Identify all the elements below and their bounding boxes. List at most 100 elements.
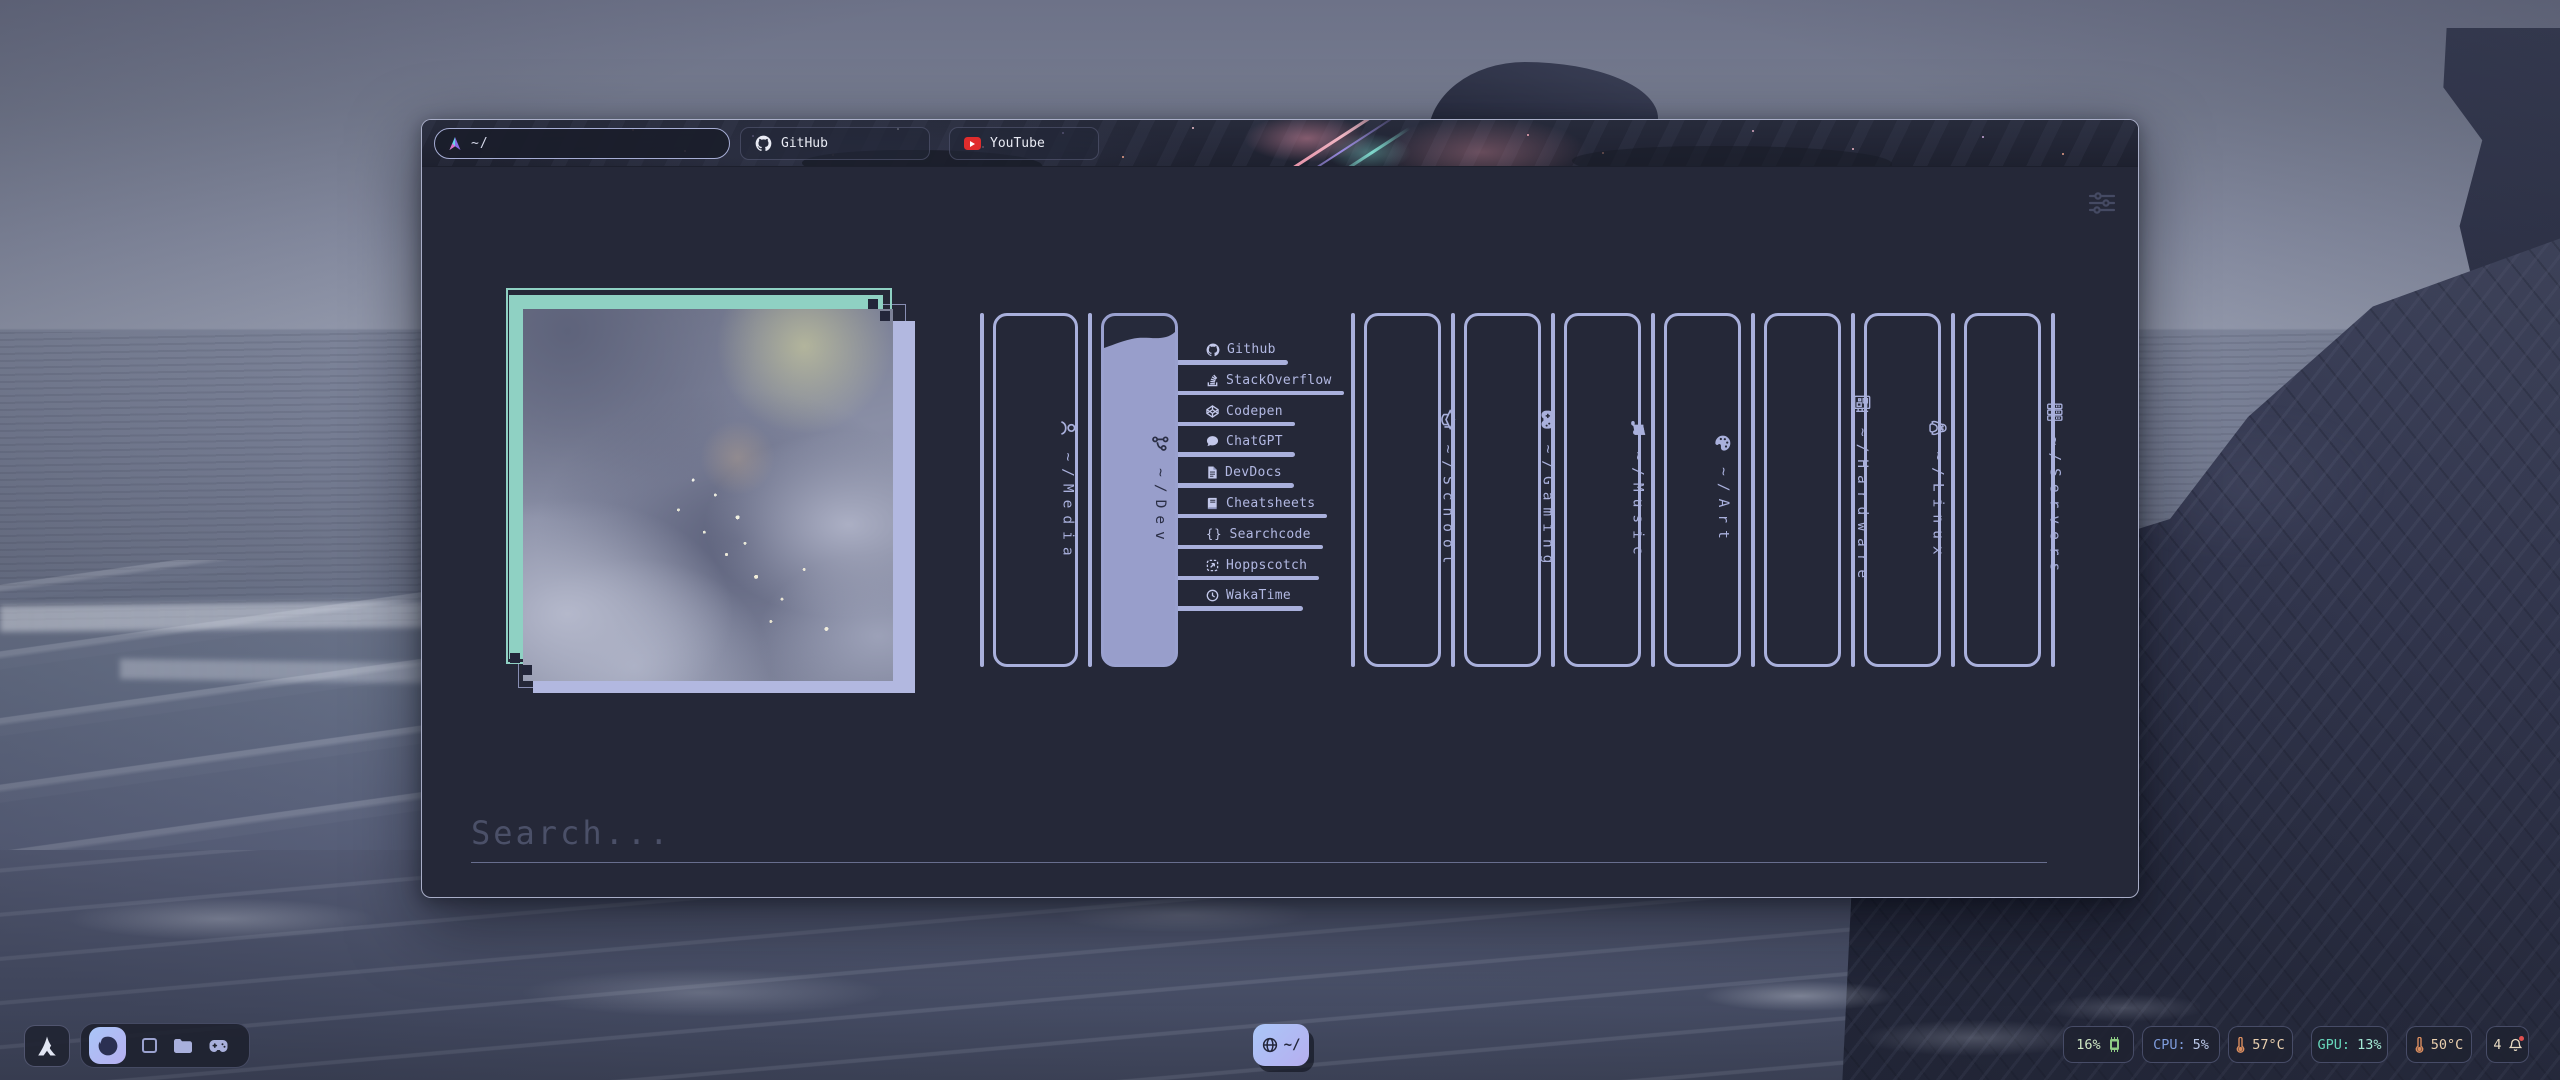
- book-label: ~/Music: [1630, 451, 1646, 561]
- url-text: ~/: [471, 136, 489, 151]
- window-app[interactable]: [142, 1038, 157, 1053]
- book-gaming[interactable]: ~/Gaming: [1464, 313, 1541, 667]
- book-media[interactable]: ~/Media: [993, 313, 1078, 667]
- search-input[interactable]: [471, 803, 2047, 863]
- gpu-label: GPU:: [2318, 1037, 2351, 1053]
- book-label: ~/School: [1439, 445, 1455, 571]
- tab-github[interactable]: GitHub: [740, 127, 930, 160]
- games-app[interactable]: [208, 1039, 229, 1053]
- tray-gpu[interactable]: GPU: 13%: [2311, 1026, 2388, 1063]
- book-label: ~/Servers: [2047, 436, 2063, 578]
- link-underline: [1178, 422, 1295, 427]
- thermometer-icon: [2415, 1037, 2424, 1053]
- book-linux[interactable]: ~/Linux: [1864, 313, 1941, 667]
- artwork-sparkles: [422, 120, 424, 122]
- desktop: ~/ GitHub YouTube: [0, 0, 2560, 1080]
- stackoverflow-icon: [1206, 374, 1219, 387]
- link-codepen[interactable]: Codepen: [1178, 401, 1291, 422]
- link-searchcode[interactable]: {} Searchcode: [1178, 524, 1319, 545]
- cpu-temp-value: 57°C: [2252, 1037, 2285, 1053]
- book-music[interactable]: ~/Music: [1564, 313, 1641, 667]
- shelf-divider: [1751, 313, 1755, 667]
- git-branch-icon: [1151, 434, 1170, 453]
- link-label: Searchcode: [1229, 527, 1310, 542]
- tray-cpu[interactable]: CPU: 5%: [2142, 1026, 2220, 1063]
- shelf-divider: [1088, 313, 1092, 667]
- browser-window: ~/ GitHub YouTube: [421, 119, 2139, 898]
- frame-handle: [522, 665, 532, 675]
- tray-cpu-temp[interactable]: 57°C: [2228, 1026, 2293, 1063]
- shelf-divider: [1351, 313, 1355, 667]
- server-rack-icon: [2046, 402, 2063, 421]
- sliders-icon[interactable]: [2088, 191, 2116, 215]
- arch-arrow-icon: [35, 1034, 59, 1058]
- chat-bubble-icon: [1206, 435, 1219, 448]
- linux-penguin-icon: [1929, 419, 1948, 436]
- tray-notifications[interactable]: 4: [2486, 1026, 2529, 1063]
- book-servers[interactable]: ~/Servers: [1964, 313, 2041, 667]
- globe-icon: [1262, 1037, 1278, 1053]
- link-wakatime[interactable]: WakaTime: [1178, 585, 1299, 606]
- book-label: ~/Art: [1715, 467, 1731, 546]
- dev-links: Github StackOverflow: [1178, 313, 1351, 667]
- link-label: DevDocs: [1225, 465, 1282, 480]
- artwork-rock: [1572, 146, 1892, 167]
- gpu-temp-value: 50°C: [2431, 1037, 2464, 1053]
- tab-strip: ~/ GitHub YouTube: [422, 120, 2138, 167]
- link-underline: [1178, 514, 1327, 519]
- link-cheatsheets[interactable]: Cheatsheets: [1178, 493, 1323, 514]
- youtube-icon: [964, 137, 981, 150]
- link-label: ChatGPT: [1226, 434, 1283, 449]
- url-bar[interactable]: ~/: [434, 128, 730, 159]
- shelf-divider: [980, 313, 984, 667]
- codepen-icon: [1206, 405, 1219, 418]
- album-art-image[interactable]: [523, 309, 893, 681]
- palette-icon: [1714, 434, 1732, 452]
- book-school[interactable]: ~/School: [1364, 313, 1441, 667]
- link-underline: [1178, 576, 1319, 581]
- search-bar: [471, 803, 2047, 863]
- link-hoppscotch[interactable]: Hoppscotch: [1178, 555, 1315, 576]
- firefox-icon: [96, 1034, 120, 1058]
- files-app[interactable]: [173, 1038, 192, 1054]
- firefox-app-active[interactable]: [89, 1027, 126, 1064]
- book-hardware[interactable]: ~/Hardware: [1764, 313, 1841, 667]
- clock-icon: [1206, 589, 1219, 602]
- book-label: ~/Linux: [1930, 451, 1946, 561]
- book-art[interactable]: ~/Art: [1664, 313, 1741, 667]
- ram-value: 16%: [2076, 1037, 2100, 1053]
- link-chatgpt[interactable]: ChatGPT: [1178, 431, 1291, 452]
- tray-gpu-temp[interactable]: 50°C: [2406, 1026, 2472, 1063]
- thermometer-icon: [2236, 1037, 2245, 1053]
- link-stackoverflow[interactable]: StackOverflow: [1178, 370, 1340, 391]
- hoppscotch-icon: [1206, 559, 1219, 572]
- link-label: Cheatsheets: [1226, 496, 1315, 511]
- music-note-icon: [1630, 419, 1647, 436]
- link-github[interactable]: Github: [1178, 339, 1284, 360]
- braces-icon: {}: [1206, 527, 1222, 541]
- cpu-label: CPU:: [2153, 1037, 2186, 1053]
- taskbar-home-button[interactable]: ~/: [1253, 1024, 1309, 1066]
- book-dev[interactable]: ~/Dev: [1101, 313, 1178, 667]
- memory-chip-icon: [2108, 1037, 2121, 1052]
- frame-handle: [868, 299, 878, 309]
- link-label: Github: [1227, 342, 1276, 357]
- cpu-value: 5%: [2193, 1037, 2209, 1053]
- gamepad-icon: [208, 1039, 229, 1053]
- link-devdocs[interactable]: DevDocs: [1178, 462, 1290, 483]
- tab-youtube[interactable]: YouTube: [949, 127, 1099, 160]
- notification-count: 4: [2493, 1037, 2501, 1053]
- book-label: ~/Gaming: [1539, 445, 1555, 571]
- start-button[interactable]: [24, 1025, 70, 1067]
- link-underline: [1178, 360, 1288, 365]
- home-label: ~/: [1284, 1037, 1301, 1053]
- tab-label: YouTube: [990, 136, 1045, 151]
- link-label: Hoppscotch: [1226, 558, 1307, 573]
- gamepad-icon: [1540, 410, 1554, 430]
- wallpaper-rock: [2398, 28, 2560, 358]
- tray-ram[interactable]: 16%: [2063, 1026, 2134, 1063]
- user-icon: [1059, 418, 1078, 437]
- bell-icon: [2509, 1038, 2522, 1052]
- shelf-divider: [1651, 313, 1655, 667]
- link-underline: [1178, 391, 1344, 396]
